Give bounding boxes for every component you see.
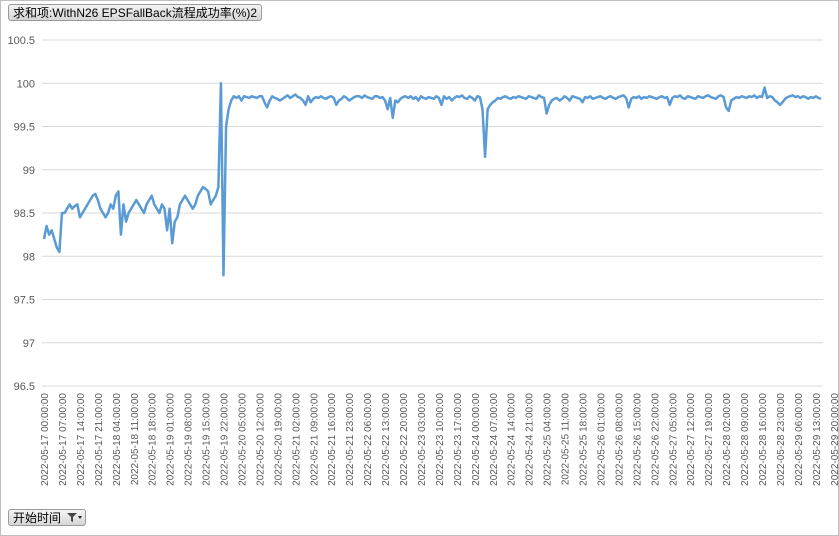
line-chart: 96.5 97 97.5 98 98.5 99 99.5 100 100.5 2022-05-1…: [7, 35, 839, 486]
x-tick-label: 2022-05-17 21:00:00: [94, 393, 105, 486]
x-tick-label: 2022-05-24 21:00:00: [525, 393, 536, 486]
x-tick-label: 2022-05-24 07:00:00: [489, 393, 500, 486]
x-tick-label: 2022-05-21 16:00:00: [327, 393, 338, 486]
axis-field-label: 开始时间: [13, 511, 62, 525]
x-tick-label: 2022-05-26 22:00:00: [650, 393, 661, 486]
x-tick-label: 2022-05-26 08:00:00: [614, 393, 625, 486]
x-tick-label: 2022-05-17 07:00:00: [58, 393, 69, 486]
x-tick-label: 2022-05-23 03:00:00: [417, 393, 428, 486]
x-tick-label: 2022-05-20 05:00:00: [237, 393, 248, 486]
x-tick-label: 2022-05-22 06:00:00: [363, 393, 374, 486]
x-tick-label: 2022-05-27 05:00:00: [668, 393, 679, 486]
x-tick-label: 2022-05-21 02:00:00: [291, 393, 302, 486]
x-tick-label: 2022-05-27 19:00:00: [704, 393, 715, 486]
x-tick-label: 2022-05-18 04:00:00: [112, 393, 123, 486]
x-tick-label: 2022-05-29 20:00:00: [830, 393, 839, 486]
x-tick-label: 2022-05-18 11:00:00: [130, 393, 141, 486]
x-tick-label: 2022-05-28 02:00:00: [722, 393, 733, 486]
x-tick-label: 2022-05-20 12:00:00: [255, 393, 266, 486]
x-tick-label: 2022-05-25 18:00:00: [579, 393, 590, 486]
y-tick-label: 98: [23, 251, 35, 263]
x-tick-label: 2022-05-28 09:00:00: [740, 393, 751, 486]
x-tick-label: 2022-05-23 17:00:00: [453, 393, 464, 486]
y-tick-label: 100: [17, 78, 35, 90]
series-line: [42, 82, 822, 277]
x-tick-label: 2022-05-21 09:00:00: [309, 393, 320, 486]
x-tick-label: 2022-05-17 00:00:00: [40, 393, 51, 486]
x-tick-label: 2022-05-26 01:00:00: [596, 393, 607, 486]
x-tick-label: 2022-05-17 14:00:00: [76, 393, 87, 486]
y-tick-label: 96.5: [14, 381, 35, 393]
y-axis-tick-labels: 96.5 97 97.5 98 98.5 99 99.5 100 100.5: [7, 35, 35, 393]
y-tick-label: 100.5: [7, 35, 35, 47]
y-tick-label: 98.5: [14, 208, 35, 220]
x-tick-label: 2022-05-25 11:00:00: [561, 393, 572, 486]
y-tick-label: 99: [23, 165, 35, 177]
x-tick-label: 2022-05-19 22:00:00: [220, 393, 231, 486]
x-tick-label: 2022-05-26 15:00:00: [632, 393, 643, 486]
x-tick-label: 2022-05-25 04:00:00: [543, 393, 554, 486]
x-tick-label: 2022-05-28 16:00:00: [758, 393, 769, 486]
x-tick-label: 2022-05-22 20:00:00: [399, 393, 410, 486]
x-tick-label: 2022-05-24 00:00:00: [471, 393, 482, 486]
x-tick-label: 2022-05-29 13:00:00: [812, 393, 823, 486]
x-tick-label: 2022-05-21 23:00:00: [345, 393, 356, 486]
y-tick-label: 99.5: [14, 122, 35, 134]
x-tick-label: 2022-05-18 18:00:00: [148, 393, 159, 486]
x-tick-label: 2022-05-19 01:00:00: [166, 393, 177, 486]
x-tick-label: 2022-05-28 23:00:00: [776, 393, 787, 486]
x-axis-tick-labels: 2022-05-17 00:00:00 2022-05-17 07:00:00 20…: [40, 393, 839, 486]
x-tick-label: 2022-05-22 13:00:00: [381, 393, 392, 486]
filter-icon[interactable]: [66, 512, 83, 523]
x-tick-label: 2022-05-23 10:00:00: [435, 393, 446, 486]
x-tick-label: 2022-05-19 08:00:00: [184, 393, 195, 486]
y-tick-label: 97: [23, 338, 35, 350]
axis-field-button[interactable]: 开始时间: [8, 509, 87, 526]
x-tick-label: 2022-05-29 06:00:00: [794, 393, 805, 486]
x-tick-label: 2022-05-27 12:00:00: [686, 393, 697, 486]
x-tick-label: 2022-05-19 15:00:00: [202, 393, 213, 486]
x-tick-label: 2022-05-24 14:00:00: [507, 393, 518, 486]
y-tick-label: 97.5: [14, 295, 35, 307]
x-tick-label: 2022-05-20 19:00:00: [273, 393, 284, 486]
